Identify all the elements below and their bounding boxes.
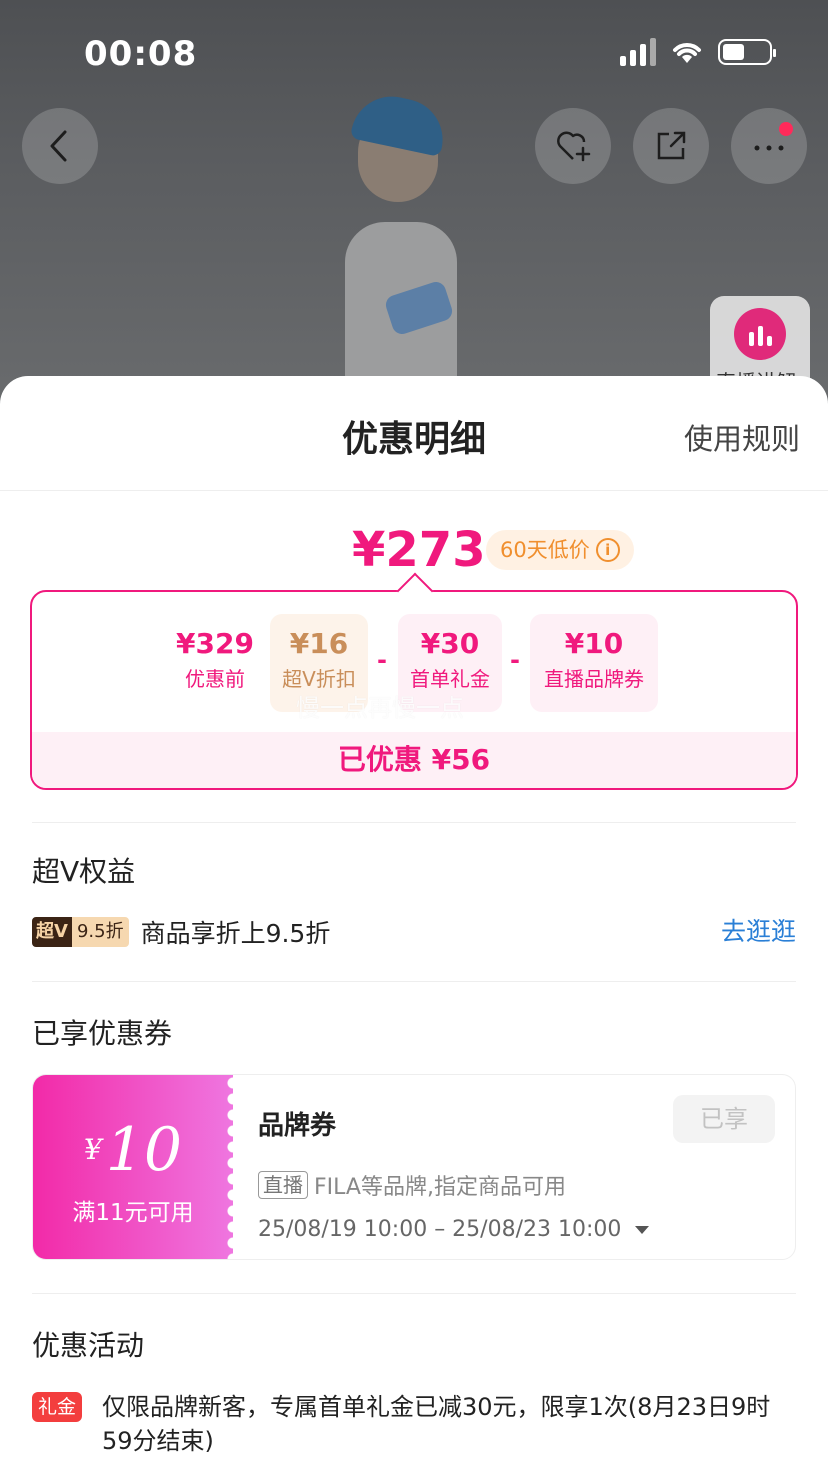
breakdown-amount: ¥30: [420, 627, 480, 660]
vip-benefit-text: 商品享折上9.5折: [140, 919, 331, 948]
breakdown-label: 直播品牌券: [544, 667, 644, 691]
low-price-label: 60天低价: [500, 538, 590, 562]
sheet-header: 优惠明细 使用规则: [0, 376, 828, 491]
breakdown-amount: ¥329: [176, 627, 254, 660]
heart-plus-icon: [557, 131, 591, 162]
coupon-name: 品牌券: [258, 1111, 337, 1141]
battery-icon: [718, 39, 776, 65]
low-price-badge[interactable]: 60天低价 i: [486, 530, 634, 570]
activity-row: 礼金 仅限品牌新客，专属首单礼金已减30元，限享1次(8月23日9时59分结束): [32, 1390, 796, 1458]
coupons-section-title: 已享优惠券: [32, 1017, 173, 1050]
minus-sign: -: [377, 646, 387, 674]
live-bars-icon: [734, 308, 786, 360]
vip-benefit-row: 超V 9.5折 商品享折上9.5折 去逛逛: [32, 914, 796, 950]
coupon-currency: ¥: [83, 1133, 102, 1166]
breakdown-label: 优惠前: [185, 667, 245, 691]
divider: [32, 822, 796, 823]
breakdown-amount: ¥10: [564, 627, 624, 660]
coupon-value: ¥10: [33, 1115, 233, 1185]
more-button[interactable]: [731, 108, 807, 184]
coupon-perforation: [225, 1075, 241, 1259]
notification-dot: [779, 122, 793, 136]
coupon-scope: FILA等品牌,指定商品可用: [314, 1175, 566, 1200]
coupon-validity[interactable]: 25/08/19 10:00 – 25/08/23 10:00: [258, 1217, 650, 1242]
breakdown-amount: ¥16: [289, 627, 349, 660]
coupon-condition: 满11元可用: [72, 1200, 194, 1226]
vip-discount-tag: 超V 9.5折: [32, 917, 129, 947]
signal-icon: [620, 38, 656, 66]
discount-detail-sheet: 优惠明细 使用规则 ¥273 60天低价 i ¥329 优惠前 - ¥16 超V…: [0, 376, 828, 1471]
total-saved: 已优惠 ¥56: [32, 732, 796, 788]
final-price: ¥273: [352, 522, 486, 578]
info-icon: i: [595, 538, 620, 562]
minus-sign: -: [510, 646, 520, 674]
coupon-live-tag: 直播: [258, 1171, 308, 1199]
coupon-description: 直播 FILA等品牌,指定商品可用: [258, 1169, 566, 1201]
activities-section-title: 优惠活动: [32, 1329, 145, 1362]
divider: [32, 1293, 796, 1294]
breakdown-live-coupon: ¥10 直播品牌券: [530, 614, 658, 712]
coupon-value-panel: ¥10 满11元可用: [33, 1075, 233, 1259]
caret-down-icon: [635, 1225, 650, 1234]
breakdown-original: ¥329 优惠前: [160, 614, 270, 712]
coupon-date-range: 25/08/19 10:00 – 25/08/23 10:00: [258, 1217, 622, 1242]
usage-rules-link[interactable]: 使用规则: [684, 416, 800, 458]
coupon-amount: 10: [105, 1115, 183, 1185]
status-time: 00:08: [84, 34, 198, 74]
add-favorite-button[interactable]: [535, 108, 611, 184]
coupon-used-button[interactable]: 已享: [673, 1095, 775, 1143]
share-icon: [657, 131, 686, 160]
coupon-card[interactable]: ¥10 满11元可用 品牌券 已享 直播 FILA等品牌,指定商品可用 25/0…: [32, 1074, 796, 1260]
watermark-text: 慢一点再慢一点: [296, 694, 464, 722]
vip-tag-rate: 9.5折: [71, 917, 129, 947]
gift-tag: 礼金: [32, 1392, 83, 1422]
vip-tag-label: 超V: [32, 917, 72, 947]
browse-link[interactable]: 去逛逛: [721, 914, 796, 950]
vip-section-title: 超V权益: [32, 855, 136, 888]
back-button[interactable]: [22, 108, 98, 184]
chevron-left-icon: [50, 130, 67, 162]
price-row: ¥273 60天低价 i: [0, 522, 828, 578]
activity-text: 仅限品牌新客，专属首单礼金已减30元，限享1次(8月23日9时59分结束): [102, 1393, 771, 1455]
price-breakdown: ¥329 优惠前 - ¥16 超V折扣 - ¥30 首单礼金 - ¥10 直播品…: [30, 590, 798, 790]
divider: [32, 981, 796, 982]
share-button[interactable]: [633, 108, 709, 184]
wifi-icon: [670, 39, 704, 65]
status-icons: [620, 38, 776, 66]
